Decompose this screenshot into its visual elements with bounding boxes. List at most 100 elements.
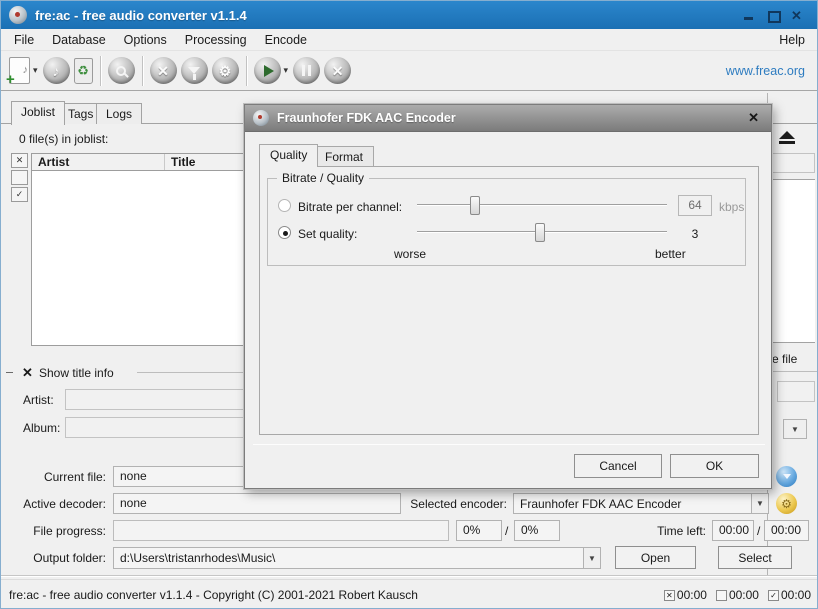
settings-gear-icon[interactable]: ⚙ xyxy=(212,57,239,84)
configure-tools-icon[interactable]: ✕ xyxy=(150,57,177,84)
dialog-close-icon[interactable]: ✕ xyxy=(744,110,763,126)
note-glyph: ♪ xyxy=(23,64,29,76)
menu-options[interactable]: Options xyxy=(115,30,176,50)
divider-slash: / xyxy=(505,524,508,538)
single-file-label-fragment: e file xyxy=(772,352,797,366)
bitrate-label: Bitrate per channel: xyxy=(298,200,402,214)
total-time-value: 00:00 xyxy=(764,520,809,541)
add-files-dropdown-icon[interactable]: ▾ xyxy=(33,65,38,76)
bitrate-slider-thumb[interactable] xyxy=(470,196,480,215)
menu-help[interactable]: Help xyxy=(769,30,815,50)
funnel-glyph xyxy=(188,67,200,74)
toggle-selection-button[interactable]: ✓ xyxy=(11,187,28,202)
selected-tracks-icon: ✕ xyxy=(664,590,675,601)
start-encoding-dropdown-icon[interactable]: ▾ xyxy=(284,65,289,76)
scale-worse-label: worse xyxy=(394,247,426,261)
chevron-down-icon[interactable]: ▼ xyxy=(783,419,807,439)
pause-glyph xyxy=(302,65,311,76)
scale-better-label: better xyxy=(655,247,686,261)
track-percent-value: 0% xyxy=(456,520,502,541)
quality-value: 3 xyxy=(678,227,712,241)
statusbar-timers: ✕00:00 00:00 ✓00:00 xyxy=(664,588,811,602)
output-folder-dropdown[interactable]: d:\Users\tristanrhodes\Music\ ▼ xyxy=(113,547,601,569)
select-button[interactable]: Select xyxy=(718,546,792,569)
track-list-fragment xyxy=(772,179,815,343)
minimize-icon[interactable] xyxy=(743,10,755,21)
close-icon[interactable]: ✕ xyxy=(791,10,803,21)
processing-options-icon[interactable] xyxy=(776,466,797,487)
dialog-separator xyxy=(253,444,765,445)
menu-database[interactable]: Database xyxy=(43,30,115,50)
app-icon xyxy=(9,6,27,24)
right-panel-field-fragment xyxy=(777,381,815,402)
encoder-settings-icon[interactable]: ⚙ xyxy=(776,493,797,514)
status-bar: fre:ac - free audio converter v1.1.4 - C… xyxy=(1,579,818,609)
cancel-button[interactable]: Cancel xyxy=(574,454,662,478)
bitrate-radio[interactable] xyxy=(278,199,291,212)
divider-slash: / xyxy=(757,524,760,538)
maximize-icon[interactable] xyxy=(767,10,779,21)
column-artist[interactable]: Artist xyxy=(32,154,165,170)
stop-icon[interactable]: ✕ xyxy=(324,57,351,84)
select-all-button[interactable]: ✕ xyxy=(11,153,28,168)
set-quality-radio[interactable] xyxy=(278,226,291,239)
remove-all-icon[interactable]: ♻ xyxy=(74,58,93,84)
current-file-label: Current file: xyxy=(1,470,106,484)
toolbar: + ♪ ▾ ♪ ♻ ✕ ⚙ ▾ ✕ www.freac.org xyxy=(1,51,818,91)
pause-icon[interactable] xyxy=(293,57,320,84)
chevron-down-icon[interactable]: ▼ xyxy=(751,494,768,513)
chevron-down-icon[interactable]: ▼ xyxy=(583,548,600,568)
set-quality-label: Set quality: xyxy=(298,227,357,241)
group-title: Bitrate / Quality xyxy=(277,171,369,185)
select-none-button[interactable] xyxy=(11,170,28,185)
dialog-tab-format[interactable]: Format xyxy=(314,146,374,166)
bitrate-slider[interactable] xyxy=(417,196,667,215)
add-cd-icon[interactable]: ♪ xyxy=(43,57,70,84)
statusbar-text: fre:ac - free audio converter v1.1.4 - C… xyxy=(9,588,418,602)
file-progress-label: File progress: xyxy=(1,524,106,538)
eject-icon xyxy=(779,131,795,139)
tab-logs[interactable]: Logs xyxy=(96,103,142,124)
active-decoder-value: none xyxy=(113,493,401,514)
timer-value: 00:00 xyxy=(729,588,759,602)
timer-value: 00:00 xyxy=(781,588,811,602)
quality-slider[interactable] xyxy=(417,223,667,242)
cddb-query-icon[interactable] xyxy=(108,57,135,84)
workspace-bottom-line xyxy=(1,575,818,577)
total-percent-value: 0% xyxy=(514,520,560,541)
output-folder-label: Output folder: xyxy=(1,551,106,565)
eject-button[interactable] xyxy=(773,125,801,149)
encoder-config-dialog: Fraunhofer FDK AAC Encoder ✕ Quality For… xyxy=(244,104,772,489)
artist-label: Artist: xyxy=(23,393,54,407)
menu-processing[interactable]: Processing xyxy=(176,30,256,50)
plus-glyph: + xyxy=(6,72,15,87)
toolbar-separator xyxy=(142,56,143,86)
selected-encoder-dropdown[interactable]: Fraunhofer FDK AAC Encoder ▼ xyxy=(513,493,769,514)
title-bar: fre:ac - free audio converter v1.1.4 ✕ xyxy=(1,1,818,29)
menu-file[interactable]: File xyxy=(5,30,43,50)
dialog-title-bar: Fraunhofer FDK AAC Encoder ✕ xyxy=(245,105,771,132)
dialog-app-icon xyxy=(253,110,269,126)
add-files-icon[interactable]: + ♪ xyxy=(9,57,30,84)
menu-encode[interactable]: Encode xyxy=(256,30,316,50)
processing-funnel-icon[interactable] xyxy=(181,57,208,84)
start-encoding-icon[interactable] xyxy=(254,57,281,84)
play-glyph xyxy=(264,65,274,77)
dialog-tab-quality[interactable]: Quality xyxy=(259,144,318,167)
toolbar-separator xyxy=(246,56,247,86)
collapse-handle[interactable] xyxy=(6,372,13,373)
file-progress-bar xyxy=(113,520,449,541)
ok-button[interactable]: OK xyxy=(670,454,759,478)
quality-slider-thumb[interactable] xyxy=(535,223,545,242)
bitrate-value-field[interactable]: 64 xyxy=(678,195,712,216)
tab-joblist[interactable]: Joblist xyxy=(11,101,65,125)
window-title: fre:ac - free audio converter v1.1.4 xyxy=(35,8,247,23)
show-title-info-checkbox[interactable]: ✕ xyxy=(22,365,33,381)
open-button[interactable]: Open xyxy=(615,546,696,569)
track-time-value: 00:00 xyxy=(712,520,754,541)
drive-field-fragment xyxy=(772,153,815,173)
bitrate-unit: kbps xyxy=(719,200,744,214)
album-label: Album: xyxy=(23,421,60,435)
website-link[interactable]: www.freac.org xyxy=(726,64,813,78)
show-title-info-label[interactable]: Show title info xyxy=(39,366,114,380)
